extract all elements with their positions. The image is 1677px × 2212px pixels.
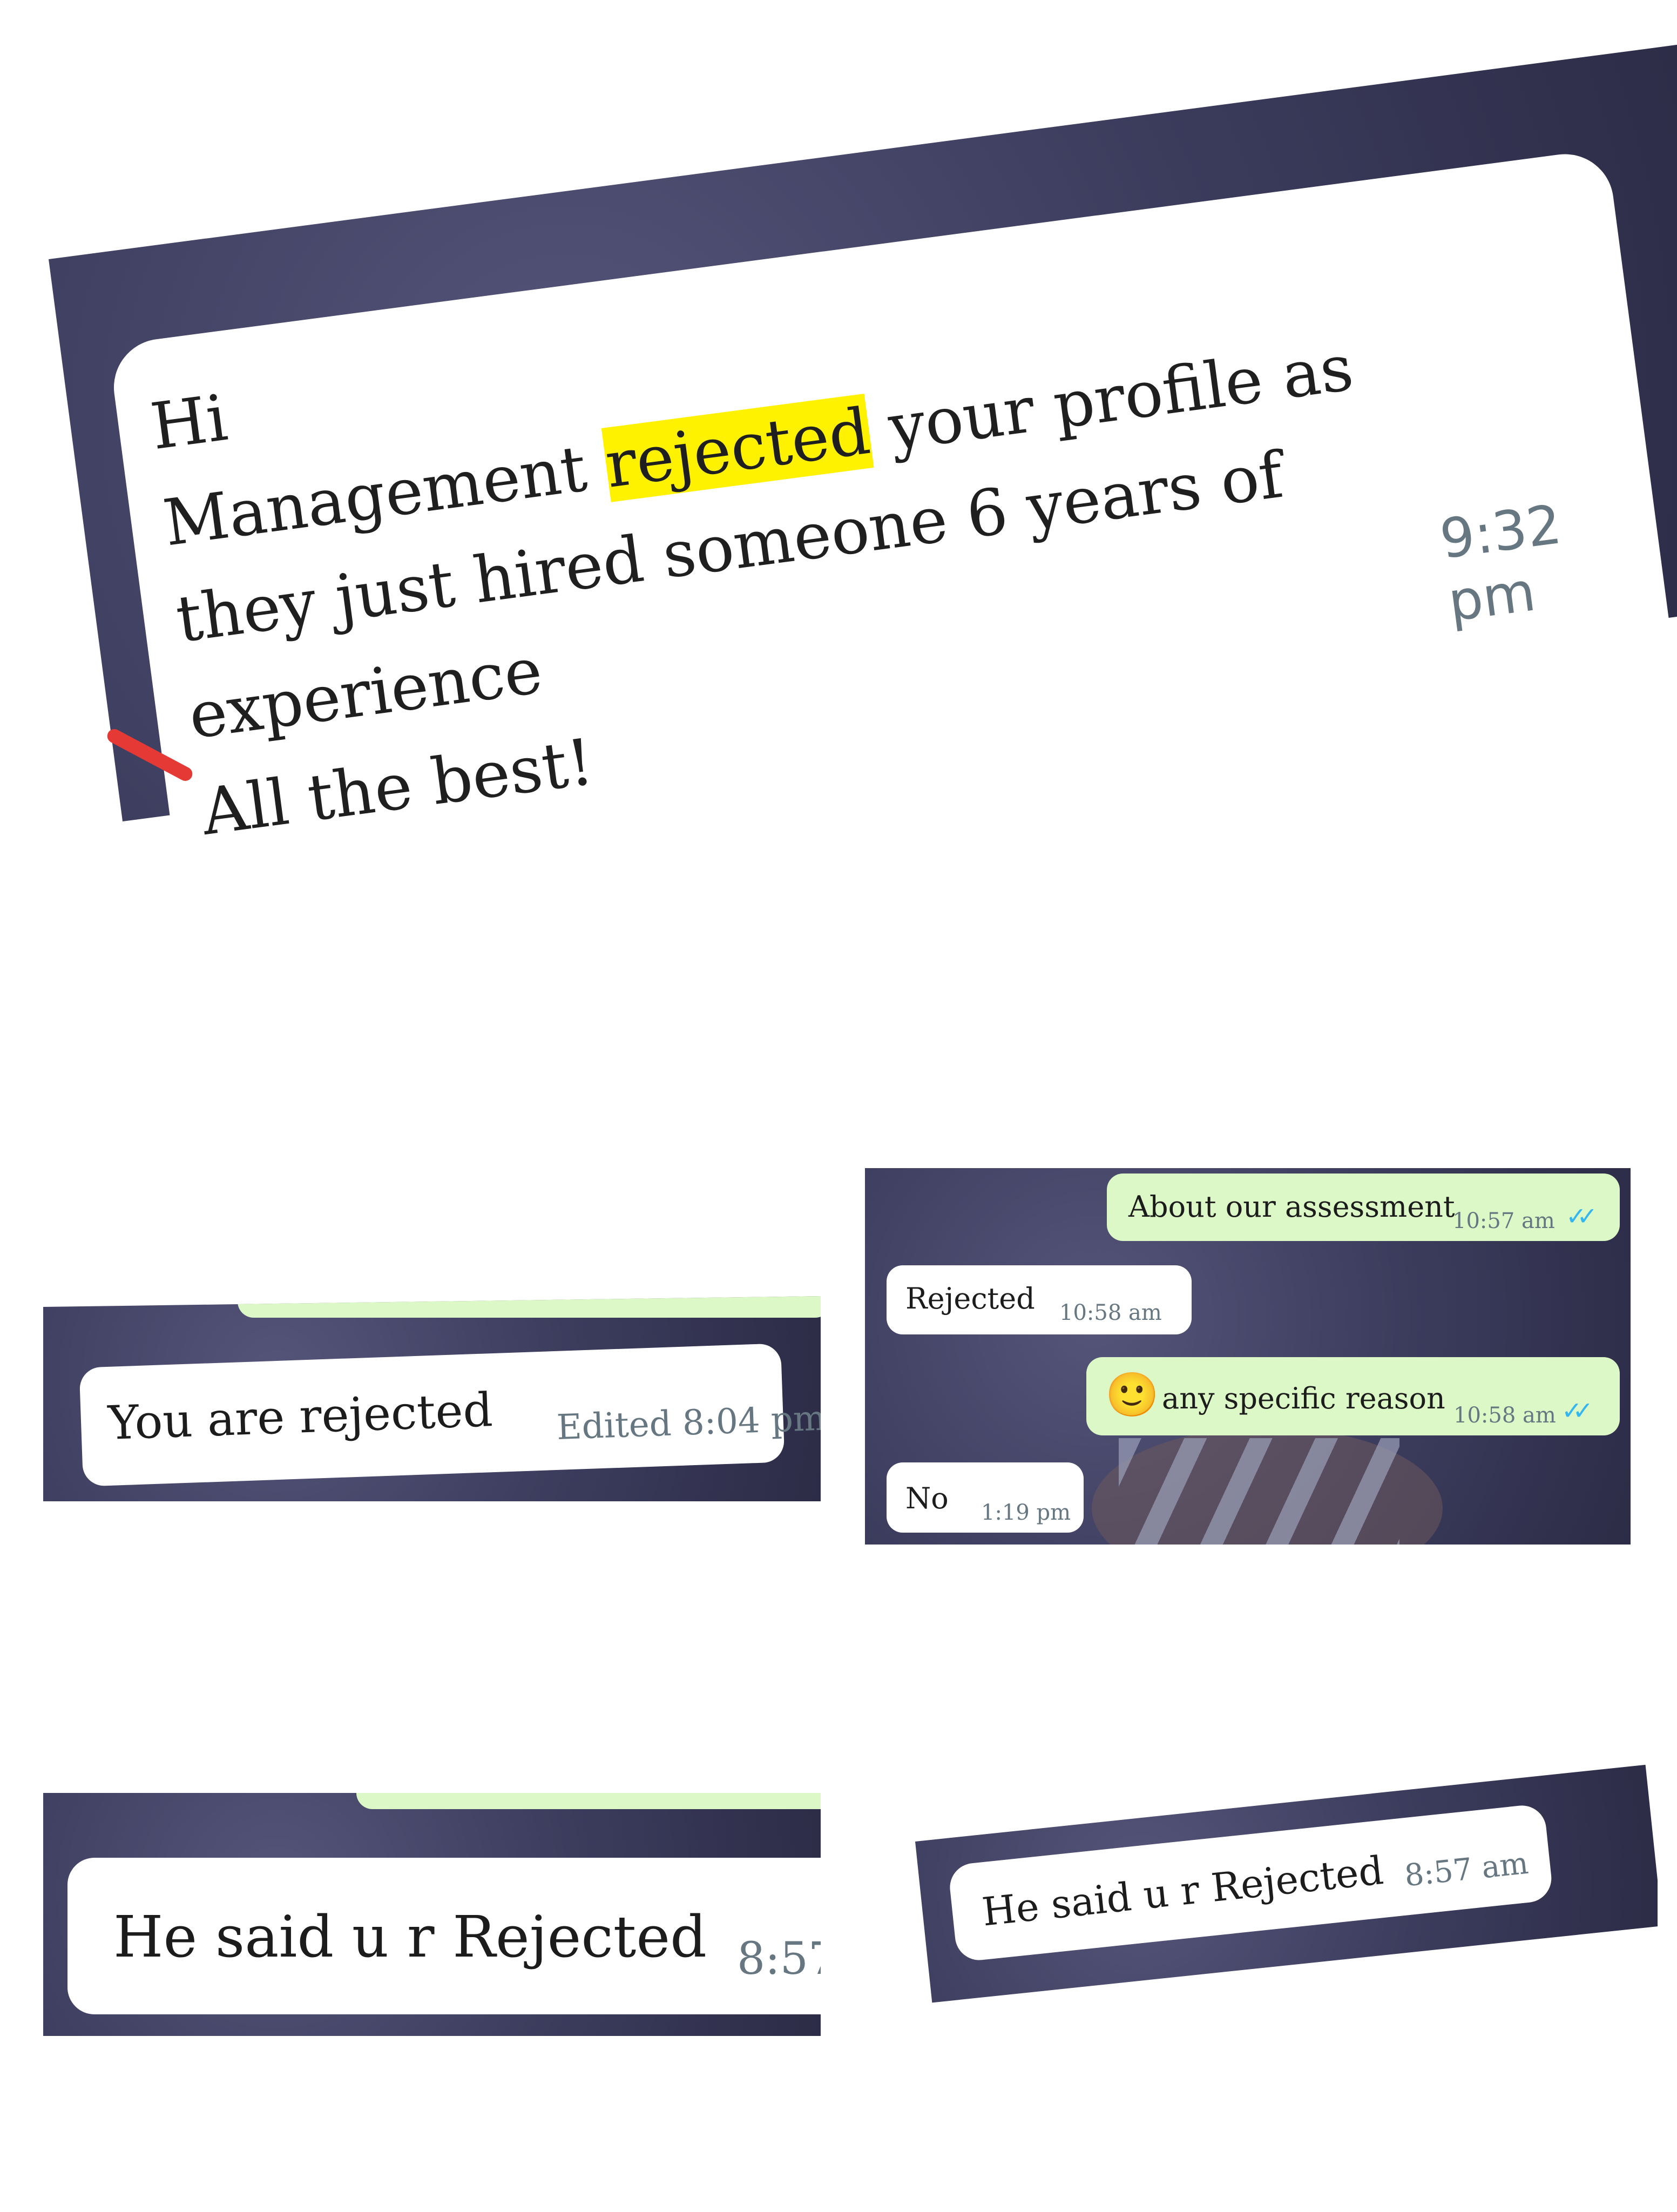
screenshot-panel-4: He said u r Rejected 8:57 a [43, 1793, 821, 2036]
message-text: He said u r Rejected [979, 1847, 1386, 1935]
message-time: 10:57 am [1452, 1209, 1555, 1233]
screenshot-panel-1: Hi Management rejected your profile as t… [0, 0, 1677, 945]
read-ticks-icon: ✓✓ [1566, 1202, 1598, 1231]
outgoing-bubble-edge [238, 1296, 821, 1318]
message-time: 10:58 am [1453, 1403, 1556, 1428]
message-bubble: You are rejected Edited 8:04 pm [79, 1343, 821, 1487]
message-time: 1:19 pm [981, 1500, 1071, 1525]
message-text: You are rejected [107, 1383, 494, 1451]
message-text: No [905, 1481, 949, 1515]
outgoing-message: 🙂 any specific reason 10:58 am ✓✓ [1086, 1357, 1620, 1435]
outgoing-message: About our assessment 10:57 am ✓✓ [1107, 1174, 1620, 1241]
message-time: 8:57 am [1403, 1845, 1530, 1894]
message-text: any specific reason [1162, 1381, 1445, 1415]
outgoing-bubble-edge [356, 1793, 821, 1809]
message-text: About our assessment [1128, 1190, 1455, 1224]
message-time: Edited 8:04 pm [556, 1398, 821, 1448]
emoji-icon: 🙂 [1105, 1370, 1159, 1420]
wallpaper-stripes [1119, 1438, 1399, 1545]
message-time: 8:57 a [737, 1933, 821, 1985]
screenshot-panel-2: You are rejected Edited 8:04 pm [43, 1296, 821, 1501]
message-text: He said u r Rejected [113, 1904, 707, 1970]
incoming-message: Rejected 10:58 am [887, 1265, 1192, 1334]
message-time: 10:58 am [1059, 1300, 1162, 1325]
message-time: 9:32 pm [1436, 493, 1565, 634]
incoming-message: No 1:19 pm [887, 1462, 1084, 1533]
message-text: Rejected [905, 1282, 1035, 1316]
message-text: Hi Management rejected your profile as t… [145, 222, 1397, 861]
message-bubble: He said u r Rejected 8:57 a [67, 1858, 821, 2014]
screenshot-panel-5: He said u r Rejected 8:57 am [891, 1744, 1658, 2025]
screenshot-panel-3: About our assessment 10:57 am ✓✓ Rejecte… [865, 1168, 1631, 1545]
read-ticks-icon: ✓✓ [1561, 1396, 1593, 1425]
